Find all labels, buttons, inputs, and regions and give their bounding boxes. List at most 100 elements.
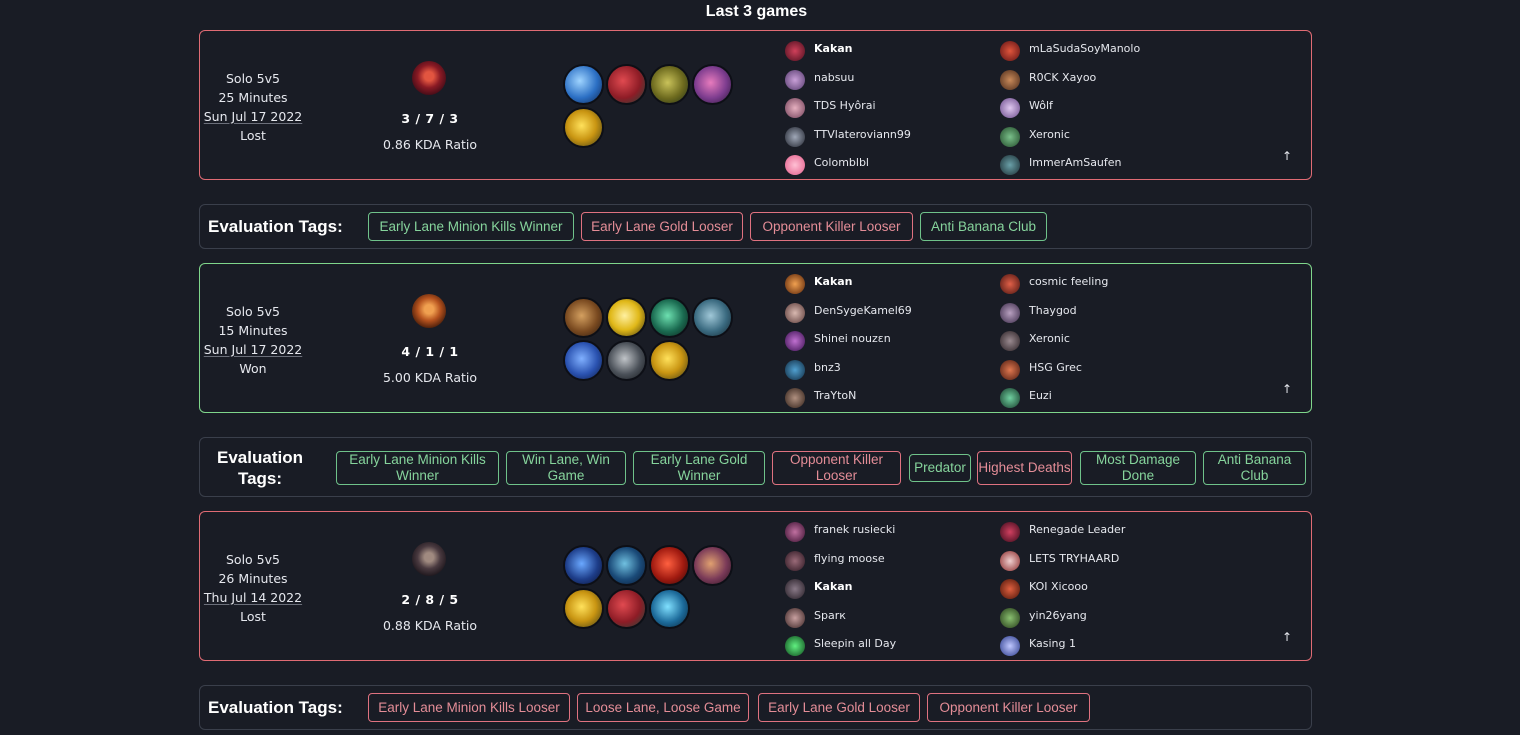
- player-name: Renegade Leader: [1029, 523, 1126, 536]
- evaluation-tag[interactable]: Opponent Killer Looser: [927, 693, 1090, 722]
- kda-score: 3 / 7 / 3: [401, 111, 459, 126]
- cosmic-drive-item-icon: [649, 588, 690, 629]
- champion-avatar-icon: [785, 359, 805, 380]
- player-name: Xeronic: [1029, 332, 1070, 345]
- game-card[interactable]: Solo 5v5 25 Minutes Sun Jul 17 2022 Lost…: [199, 30, 1312, 180]
- player-name: yin26yang: [1029, 608, 1087, 622]
- kda-ratio: 0.86 KDA Ratio: [382, 137, 478, 152]
- spirit-visage-item-icon: [692, 64, 733, 105]
- champion-avatar-icon: [785, 331, 805, 351]
- evaluation-tags-label: Evaluation Tags:: [208, 698, 343, 717]
- player-name: ImmerAmSaufen: [1029, 156, 1122, 169]
- evaluation-tags-label: Evaluation Tags:: [208, 217, 343, 236]
- champion-avatar-icon: [785, 550, 805, 571]
- champion-avatar-icon: [785, 388, 805, 408]
- aegis-shield-item-icon: [563, 297, 604, 338]
- evaluation-tag[interactable]: Early Lane Gold Looser: [581, 212, 743, 241]
- kda-ratio: 0.88 KDA Ratio: [382, 618, 478, 633]
- game-result: Lost: [240, 609, 266, 624]
- black-cleaver-item-icon: [563, 340, 604, 381]
- evaluation-tag[interactable]: Early Lane Gold Looser: [758, 693, 920, 722]
- evaluation-tag[interactable]: Anti Banana Club: [920, 212, 1047, 241]
- player-name: Xeronic: [1029, 127, 1070, 141]
- player-name: flying moose: [814, 551, 885, 565]
- collapse-arrow-icon[interactable]: ↑: [1282, 149, 1292, 163]
- player-name: franek rusiecki: [814, 523, 896, 536]
- evaluation-tags-panel: Evaluation Tags: Early Lane Minion Kills…: [199, 685, 1312, 730]
- evaluation-tag[interactable]: Early Lane Minion Kills Winner: [336, 451, 499, 485]
- game-date: Thu Jul 14 2022: [203, 590, 303, 605]
- player-name: TDS Hyôrai: [814, 99, 876, 112]
- evaluation-tag[interactable]: Opponent Killer Looser: [750, 212, 913, 241]
- player-name: Sleepin all Day: [814, 637, 897, 650]
- player-name: Kasing 1: [1029, 637, 1076, 650]
- oracle-lens-item-icon: [563, 107, 604, 148]
- champion-avatar-icon: [1000, 331, 1020, 351]
- game-result: Lost: [240, 128, 266, 143]
- collapse-arrow-icon[interactable]: ↑: [1282, 630, 1292, 644]
- kda-score: 2 / 8 / 5: [401, 592, 459, 607]
- kda-ratio: 5.00 KDA Ratio: [382, 370, 478, 385]
- ryze-champion-icon: [412, 542, 446, 576]
- evaluation-tags-panel: Evaluation Tags: Early Lane Minion Kills…: [199, 204, 1312, 249]
- everfrost-item-icon: [563, 545, 604, 586]
- game-info: Solo 5v5 15 Minutes Sun Jul 17 2022 Won: [200, 302, 306, 378]
- evaluation-tags-label: Evaluation Tags:: [217, 448, 303, 488]
- evaluation-tag[interactable]: Most Damage Done: [1080, 451, 1196, 485]
- player-name: bnz3: [814, 360, 841, 374]
- champion-avatar-icon: [1000, 636, 1020, 656]
- champion-avatar-icon: [1000, 69, 1020, 90]
- player-name: DenSygeKamel69: [814, 303, 912, 317]
- collapse-arrow-icon[interactable]: ↑: [1282, 382, 1292, 396]
- player-name: Shinei nouzεn: [814, 332, 891, 345]
- evaluation-tag[interactable]: Loose Lane, Loose Game: [577, 693, 749, 722]
- gnar-champion-icon: [412, 294, 446, 328]
- player-name: TTVlateroviann99: [814, 127, 911, 141]
- evaluation-tag[interactable]: Anti Banana Club: [1203, 451, 1306, 485]
- champion-avatar-icon: [785, 98, 805, 118]
- game-card[interactable]: Solo 5v5 15 Minutes Sun Jul 17 2022 Won …: [199, 263, 1312, 413]
- evaluation-tag[interactable]: Early Lane Minion Kills Looser: [368, 693, 570, 722]
- champion-avatar-icon: [1000, 155, 1020, 175]
- bramble-vest-item-icon: [649, 297, 690, 338]
- champion-avatar-icon: [785, 126, 805, 147]
- game-result: Won: [239, 361, 267, 376]
- player-name: Colomblbl: [814, 156, 869, 169]
- player-name: TraYtoN: [814, 389, 857, 402]
- game-date: Sun Jul 17 2022: [203, 342, 303, 357]
- game-duration: 25 Minutes: [218, 90, 288, 105]
- game-date: Sun Jul 17 2022: [203, 109, 303, 124]
- player-name: Euzi: [1029, 389, 1052, 402]
- champion-avatar-icon: [785, 274, 805, 294]
- plated-steelcaps-item-icon: [692, 297, 733, 338]
- player-name: Kakan: [814, 580, 853, 593]
- player-name: HSG Grec: [1029, 360, 1082, 374]
- sunfire-item-icon: [649, 545, 690, 586]
- trinity-force-item-icon: [606, 297, 647, 338]
- oracle-lens-item-icon: [563, 588, 604, 629]
- champion-avatar-icon: [785, 302, 805, 323]
- warmog-item-icon: [649, 64, 690, 105]
- player-name: cosmic feeling: [1029, 275, 1109, 288]
- evaluation-tag[interactable]: Predator: [909, 454, 971, 482]
- evaluation-tag[interactable]: Win Lane, Win Game: [506, 451, 626, 485]
- kda-score: 4 / 1 / 1: [401, 344, 459, 359]
- pickaxe-item-icon: [606, 340, 647, 381]
- queue-type: Solo 5v5: [226, 304, 280, 319]
- game-card[interactable]: Solo 5v5 26 Minutes Thu Jul 14 2022 Lost…: [199, 511, 1312, 661]
- player-name: nabsuu: [814, 70, 855, 84]
- player-name: Wôlf: [1029, 99, 1053, 112]
- player-name: LETS TRYHAARD: [1029, 551, 1120, 565]
- evaluation-tag[interactable]: Opponent Killer Looser: [772, 451, 901, 485]
- player-name: Thaygod: [1029, 303, 1077, 317]
- player-name: Kakan: [814, 275, 853, 288]
- champion-avatar-icon: [785, 636, 805, 656]
- champion-avatar-icon: [785, 69, 805, 90]
- evaluation-tag[interactable]: Highest Deaths: [977, 451, 1072, 485]
- evaluation-tag[interactable]: Early Lane Minion Kills Winner: [368, 212, 574, 241]
- player-name: KOI Xicooo: [1029, 580, 1088, 593]
- champion-avatar-icon: [785, 155, 805, 175]
- game-info: Solo 5v5 25 Minutes Sun Jul 17 2022 Lost: [200, 69, 306, 145]
- evaluation-tag[interactable]: Early Lane Gold Winner: [633, 451, 765, 485]
- evaluation-tags-panel: Evaluation Tags: Early Lane Minion Kills…: [199, 437, 1312, 497]
